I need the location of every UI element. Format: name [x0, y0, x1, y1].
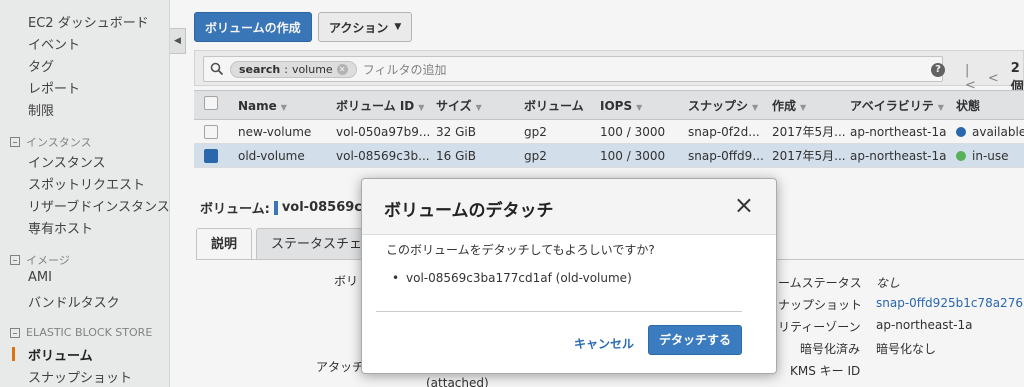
detach-button[interactable]: デタッチする: [648, 325, 743, 355]
cancel-button[interactable]: キャンセル: [574, 335, 634, 352]
dialog-message: このボリュームをデタッチしてもよろしいですか?: [386, 243, 655, 257]
dialog-volume-item: vol-08569c3ba177cd1af (old-volume): [392, 271, 632, 285]
close-icon[interactable]: ×: [734, 193, 754, 217]
dialog-title: ボリュームのデタッチ: [384, 201, 554, 221]
detach-volume-dialog: ボリュームのデタッチ × このボリュームをデタッチしてもよろしいですか? vol…: [361, 178, 777, 374]
dialog-divider: [376, 311, 742, 312]
dialog-header: ボリュームのデタッチ ×: [362, 179, 776, 235]
